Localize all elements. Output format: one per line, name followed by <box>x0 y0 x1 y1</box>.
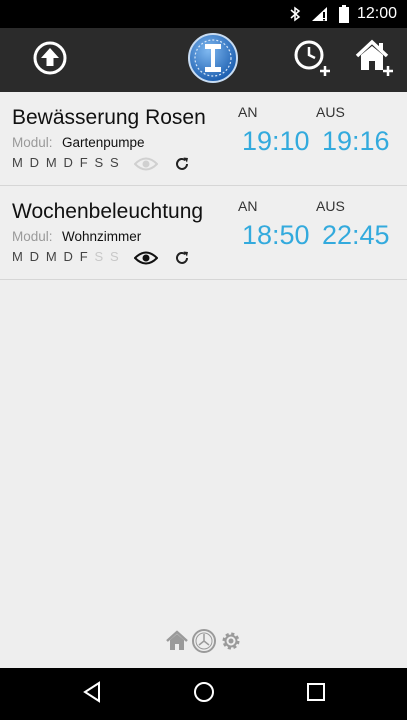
module-label: Modul: <box>12 135 53 150</box>
on-time[interactable]: 19:10 <box>242 126 310 157</box>
weekday-list: M D M D F S S <box>12 155 120 170</box>
add-timer-icon <box>292 38 332 83</box>
weekday-list: M D M D F S S <box>12 249 120 264</box>
weekday: D <box>29 249 41 264</box>
weekday: S <box>94 155 105 170</box>
app-logo-button[interactable] <box>186 28 240 92</box>
back-icon <box>82 680 102 708</box>
on-label: AN <box>238 198 258 214</box>
action-bar <box>0 28 407 92</box>
weekday: D <box>63 249 75 264</box>
off-time[interactable]: 19:16 <box>322 126 390 157</box>
status-bar: 12:00 <box>0 0 407 28</box>
module-value: Wohnzimmer <box>62 229 142 244</box>
off-label: AUS <box>316 104 345 120</box>
visibility-toggle-icon[interactable] <box>133 156 159 177</box>
recents-icon <box>306 682 326 707</box>
on-label: AN <box>238 104 258 120</box>
weekday: S <box>110 249 121 264</box>
add-timer-button[interactable] <box>290 28 334 92</box>
timer-name: Wochenbeleuchtung <box>12 200 204 223</box>
bluetooth-icon <box>289 6 301 27</box>
home-nav-icon <box>193 681 215 708</box>
weekday: M <box>45 155 59 170</box>
timer-row[interactable]: Bewässerung Rosen Modul: Gartenpumpe M D… <box>0 92 407 186</box>
timer-list: Bewässerung Rosen Modul: Gartenpumpe M D… <box>0 92 407 280</box>
add-home-icon <box>354 38 394 83</box>
weekday: S <box>94 249 105 264</box>
repeat-icon[interactable] <box>174 156 190 177</box>
weekday: M <box>12 155 25 170</box>
weekday: D <box>63 155 75 170</box>
repeat-icon[interactable] <box>174 250 190 271</box>
battery-icon <box>339 5 349 28</box>
module-label: Modul: <box>12 229 53 244</box>
weekday: D <box>29 155 41 170</box>
settings-icon[interactable] <box>219 629 243 658</box>
off-time[interactable]: 22:45 <box>322 220 390 251</box>
visibility-toggle-icon[interactable] <box>133 250 159 271</box>
weekday: S <box>110 155 121 170</box>
weekday: M <box>12 249 25 264</box>
recents-button[interactable] <box>302 680 330 708</box>
status-time: 12:00 <box>356 5 397 22</box>
off-label: AUS <box>316 198 345 214</box>
clock-icon[interactable] <box>191 628 217 659</box>
navigation-bar <box>0 668 407 720</box>
signal-icon <box>311 6 329 27</box>
weekday: M <box>45 249 59 264</box>
app-logo <box>187 32 239 89</box>
home-nav-button[interactable] <box>190 680 218 708</box>
footer-icons <box>165 628 245 659</box>
on-time[interactable]: 18:50 <box>242 220 310 251</box>
weekday: F <box>79 155 90 170</box>
upload-button[interactable] <box>30 28 70 92</box>
upload-icon <box>32 40 68 81</box>
weekday: F <box>79 249 90 264</box>
timer-name: Bewässerung Rosen <box>12 106 206 129</box>
timer-row[interactable]: Wochenbeleuchtung Modul: Wohnzimmer M D … <box>0 186 407 280</box>
module-value: Gartenpumpe <box>62 135 145 150</box>
add-home-button[interactable] <box>352 28 396 92</box>
home-icon[interactable] <box>165 629 189 658</box>
back-button[interactable] <box>78 680 106 708</box>
